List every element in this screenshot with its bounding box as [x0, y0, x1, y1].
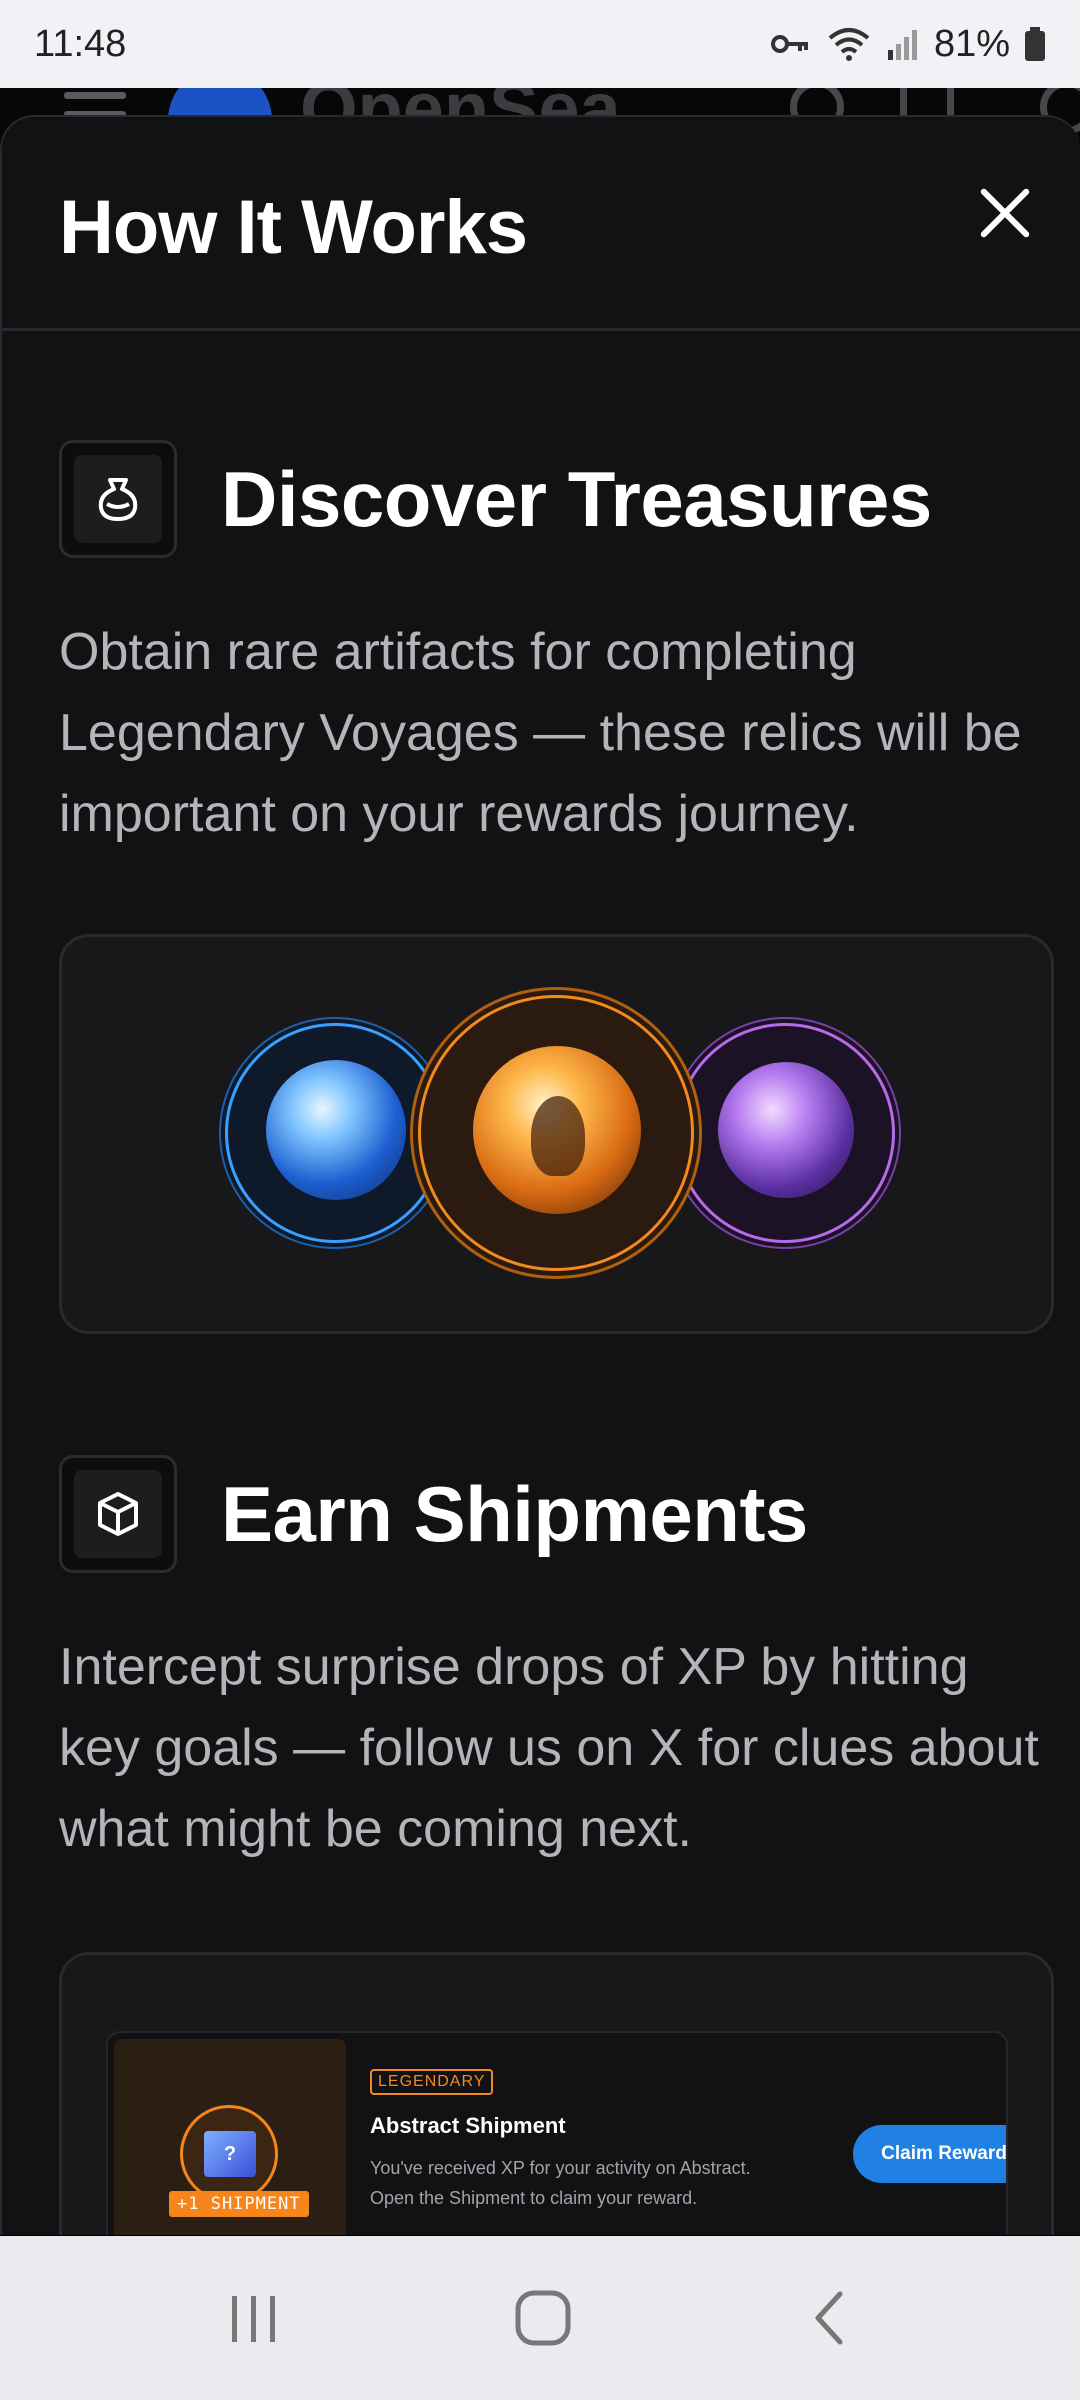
shipment-description: You've received XP for your activity on … [370, 2158, 751, 2208]
sheet-title: How It Works [59, 185, 528, 270]
relics-card [59, 934, 1054, 1334]
section-title: Earn Shipments [221, 1469, 808, 1558]
shipment-count-badge: +1 SHIPMENT [169, 2191, 309, 2217]
fire-relic-image [418, 995, 694, 1271]
section-description: Obtain rare artifacts for completing Leg… [59, 623, 1022, 843]
recent-apps-icon[interactable] [226, 2290, 282, 2346]
shipment-notification: ? +1 SHIPMENT LEGENDARY Abstract Shipmen… [106, 2031, 1008, 2235]
status-time: 11:48 [34, 22, 127, 65]
vpn-key-icon [770, 35, 808, 53]
shipment-title: Abstract Shipment [370, 2113, 566, 2138]
close-icon[interactable] [970, 178, 1040, 248]
shipment-thumbnail: ? +1 SHIPMENT [114, 2039, 346, 2235]
rarity-tag: LEGENDARY [370, 2069, 494, 2095]
battery-icon [1025, 27, 1045, 61]
home-icon[interactable] [513, 2288, 573, 2348]
how-it-works-sheet: How It Works Discover Treasures Obtain r… [0, 115, 1080, 2235]
sheet-header: How It Works [2, 117, 1080, 331]
section-description: Intercept surprise drops of XP by hittin… [59, 1638, 1039, 1858]
section-discover-treasures: Discover Treasures Obtain rare artifacts… [59, 440, 1055, 855]
wifi-icon [828, 28, 870, 61]
battery-percent: 81% [933, 22, 1010, 65]
potion-bag-icon [59, 440, 177, 558]
status-bar: 11:48 81% [0, 0, 1080, 88]
back-icon[interactable] [804, 2288, 854, 2348]
section-earn-shipments: Earn Shipments Intercept surprise drops … [59, 1455, 1055, 1870]
shipment-preview-card: ? +1 SHIPMENT LEGENDARY Abstract Shipmen… [59, 1952, 1054, 2235]
water-relic-image [225, 1023, 445, 1243]
claim-reward-button[interactable]: Claim Reward [853, 2125, 1006, 2183]
system-nav-bar [0, 2236, 1080, 2400]
signal-icon [887, 30, 917, 60]
mystery-box-icon: ? [204, 2131, 256, 2177]
void-relic-image [675, 1023, 895, 1243]
section-title: Discover Treasures [221, 454, 932, 543]
cube-icon [59, 1455, 177, 1573]
